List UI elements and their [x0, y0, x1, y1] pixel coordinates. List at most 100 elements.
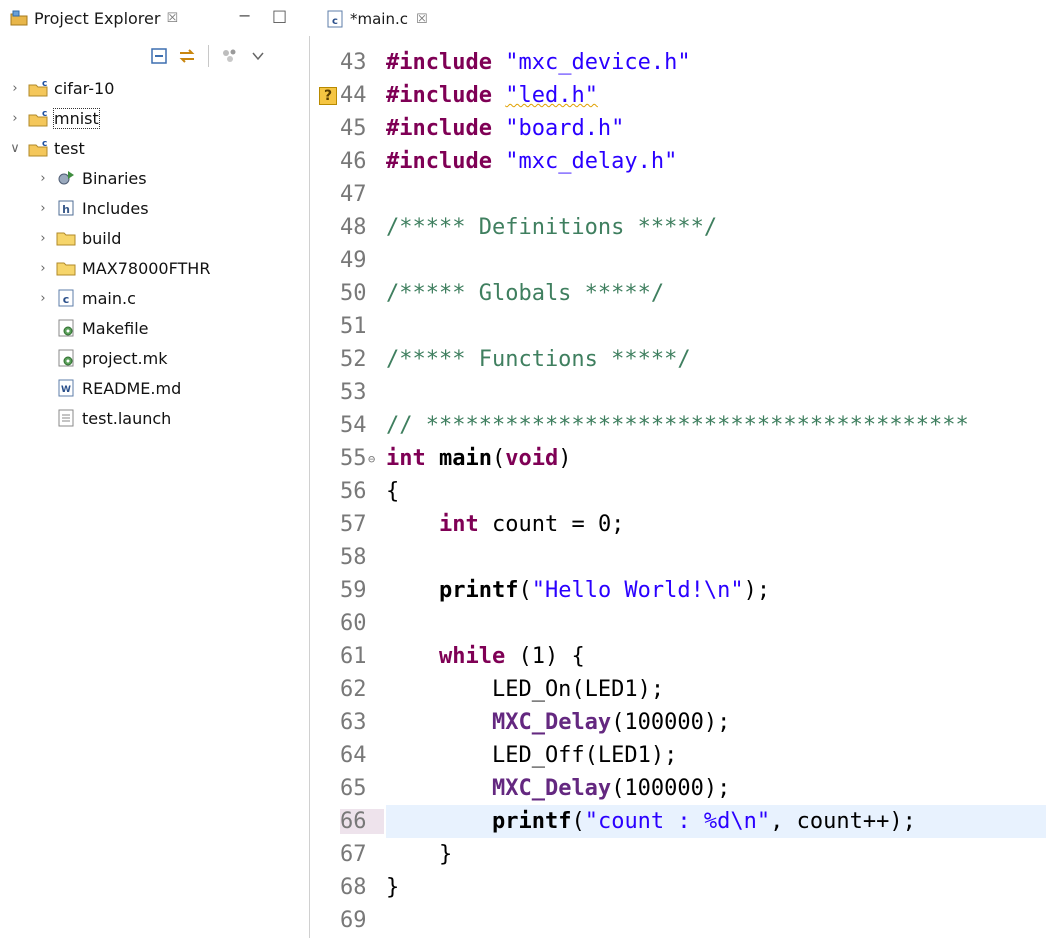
tree-item-label: MAX78000FTHR — [82, 258, 211, 278]
code-line[interactable]: 56 { — [316, 475, 1046, 508]
collapse-all-icon[interactable] — [148, 45, 170, 67]
code-line[interactable]: 68} — [316, 871, 1046, 904]
code-line[interactable]: 54 // ***********************************… — [316, 409, 1046, 442]
code-line[interactable]: 47 — [316, 178, 1046, 211]
code-line[interactable]: ? 44 #include "led.h" — [316, 79, 1046, 112]
code-line[interactable]: 43 #include "mxc_device.h" — [316, 46, 1046, 79]
tree-item-makefile[interactable]: ›Makefile — [36, 314, 149, 342]
tree-item-mnist[interactable]: › c mnist — [8, 104, 100, 132]
expand-toggle-icon[interactable]: › — [8, 111, 22, 126]
expand-toggle-icon[interactable]: ∨ — [8, 141, 22, 156]
binaries-icon — [58, 171, 74, 185]
code-line[interactable]: 69 — [316, 904, 1046, 937]
filter-icon[interactable] — [219, 45, 241, 67]
code-token: "mxc_delay.h" — [505, 149, 678, 174]
close-icon[interactable]: ☒ — [416, 12, 428, 27]
code-line[interactable]: 64 LED_Off(LED1); — [316, 739, 1046, 772]
code-content: #include "mxc_delay.h" — [386, 149, 677, 174]
line-number: 59 — [340, 578, 367, 603]
tree-item-label: build — [82, 228, 122, 248]
line-number: 49 — [340, 248, 367, 273]
tree-item-project-mk[interactable]: ›project.mk — [36, 344, 167, 372]
editor-area: c *main.c ☒ 43 #include "mxc_device.h"? 44… — [316, 0, 1046, 938]
maximize-icon[interactable]: □ — [272, 6, 287, 25]
line-number: 68 — [340, 875, 367, 900]
close-icon[interactable]: ☒ — [166, 11, 178, 26]
line-number: 47 — [340, 182, 367, 207]
tree-item-label: mnist — [53, 107, 100, 129]
minimize-icon[interactable]: − — [238, 6, 251, 25]
code-line[interactable]: 53 — [316, 376, 1046, 409]
code-line[interactable]: 61 while (1) { — [316, 640, 1046, 673]
code-line[interactable]: 45 #include "board.h" — [316, 112, 1046, 145]
tree-item-readme-md[interactable]: ›WREADME.md — [36, 374, 181, 402]
svg-text:c: c — [332, 16, 338, 27]
tree-item-test-launch[interactable]: ›test.launch — [36, 404, 171, 432]
code-line[interactable]: 52 /***** Functions *****/ — [316, 343, 1046, 376]
code-token: // *************************************… — [386, 413, 969, 438]
code-token: ( — [518, 578, 532, 603]
code-line[interactable]: 48 /***** Definitions *****/ — [316, 211, 1046, 244]
link-with-editor-icon[interactable] — [176, 45, 198, 67]
tree-item-label: README.md — [82, 378, 182, 398]
expand-toggle-icon[interactable]: › — [36, 171, 50, 186]
code-token: count = 0; — [478, 512, 625, 537]
warning-marker-icon[interactable]: ? — [319, 86, 337, 105]
code-content: int count = 0; — [386, 512, 624, 537]
tree-item-label: cifar-10 — [54, 78, 115, 98]
project-explorer-icon — [10, 10, 28, 26]
project-explorer-tab[interactable]: Project Explorer ☒ — [0, 0, 178, 36]
tree-item-test[interactable]: ∨ c test — [8, 134, 85, 162]
code-line[interactable]: 55 ⊖ int main(void) — [316, 442, 1046, 475]
tree-item-binaries[interactable]: › Binaries — [36, 164, 147, 192]
line-number: 64 — [340, 743, 367, 768]
c-project-icon: c — [28, 79, 48, 97]
code-line[interactable]: 62 LED_On(LED1); — [316, 673, 1046, 706]
code-token: /***** Functions *****/ — [386, 347, 691, 372]
expand-toggle-icon[interactable]: › — [36, 201, 50, 216]
expand-toggle-icon[interactable]: › — [36, 291, 50, 306]
fold-toggle-icon[interactable]: ⊖ — [368, 452, 375, 466]
code-content: LED_On(LED1); — [386, 677, 664, 702]
code-line[interactable]: 59 printf("Hello World!\n"); — [316, 574, 1046, 607]
code-line[interactable]: 58 — [316, 541, 1046, 574]
makefile-icon — [58, 349, 74, 367]
tree-item-max78000fthr[interactable]: › MAX78000FTHR — [36, 254, 210, 282]
tree-item-main-c[interactable]: › c main.c — [36, 284, 135, 312]
code-token: (1) { — [505, 644, 585, 669]
tree-item-label: test.launch — [82, 408, 172, 428]
code-line[interactable]: 49 — [316, 244, 1046, 277]
code-line[interactable]: 50 /***** Globals *****/ — [316, 277, 1046, 310]
code-token: ); — [743, 578, 771, 603]
code-token: #include — [386, 50, 492, 75]
code-line[interactable]: 60 — [316, 607, 1046, 640]
tree-item-label: Binaries — [82, 168, 147, 188]
code-line[interactable]: 63 MXC_Delay(100000); — [316, 706, 1046, 739]
code-content: printf("Hello World!\n"); — [386, 578, 770, 603]
code-token: "mxc_device.h" — [505, 50, 691, 75]
svg-text:c: c — [42, 109, 47, 119]
expand-toggle-icon[interactable]: › — [36, 231, 50, 246]
expand-toggle-icon[interactable]: › — [36, 261, 50, 276]
code-token: ( — [491, 446, 506, 471]
current-code-line[interactable]: 66 printf("count : %d\n", count++); — [340, 805, 1046, 838]
line-number: 67 — [340, 842, 367, 867]
expand-toggle-icon[interactable]: › — [8, 81, 22, 96]
tree-item-build[interactable]: › build — [36, 224, 121, 252]
tree-item-includes[interactable]: › h Includes — [36, 194, 148, 222]
project-explorer-header: Project Explorer ☒ − □ — [0, 0, 310, 36]
code-line[interactable]: 65 MXC_Delay(100000); — [316, 772, 1046, 805]
svg-text:W: W — [61, 385, 71, 395]
code-line[interactable]: 57 int count = 0; — [316, 508, 1046, 541]
code-token: LED_Off(LED1); — [386, 743, 678, 768]
code-line[interactable]: 46 #include "mxc_delay.h" — [316, 145, 1046, 178]
tree-item-cifar-10[interactable]: › c cifar-10 — [8, 74, 114, 102]
editor-tab-main-c[interactable]: c *main.c ☒ — [326, 4, 428, 34]
code-line[interactable]: 67 } — [316, 838, 1046, 871]
view-menu-icon[interactable] — [247, 45, 269, 67]
code-line[interactable]: 51 — [316, 310, 1046, 343]
code-token: /***** Globals *****/ — [386, 281, 665, 306]
